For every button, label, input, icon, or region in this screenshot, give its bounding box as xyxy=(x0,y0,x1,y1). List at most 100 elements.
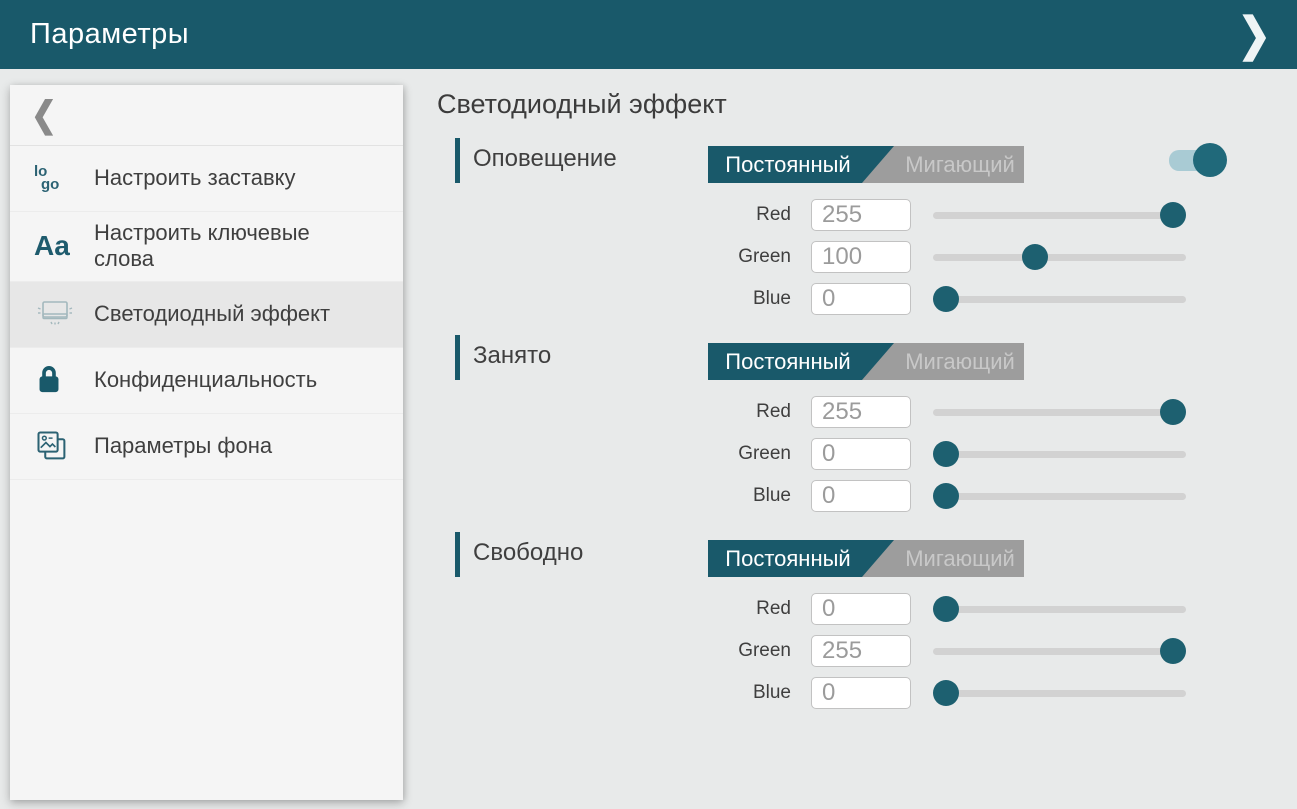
slider-track xyxy=(933,409,1186,416)
green-value-input[interactable] xyxy=(811,241,911,273)
settings-sidebar: ❮ logo Настроить заставку Aa Настроить к… xyxy=(10,85,403,800)
sidebar-item-label: Параметры фона xyxy=(94,433,272,459)
page-body: ❮ logo Настроить заставку Aa Настроить к… xyxy=(0,69,1297,800)
app-header: Параметры ❯ xyxy=(0,0,1297,69)
keywords-icon: Aa xyxy=(34,230,80,262)
green-slider-thumb[interactable] xyxy=(1160,638,1186,664)
blue-value-input[interactable] xyxy=(811,283,911,315)
sidebar-item-label: Настроить ключевые слова xyxy=(94,220,352,273)
panel-title: Светодиодный эффект xyxy=(437,89,1297,120)
section-free: Свободно Постоянный Мигающий Red Green xyxy=(435,532,1297,709)
green-channel-row: Green xyxy=(435,634,1297,667)
red-slider[interactable] xyxy=(933,200,1186,230)
mode-constant-button[interactable]: Постоянный xyxy=(708,146,894,183)
section-title: Свободно xyxy=(473,539,583,567)
mode-toggle[interactable]: Постоянный Мигающий xyxy=(708,146,1024,183)
green-slider[interactable] xyxy=(933,636,1186,666)
blue-channel-row: Blue xyxy=(435,676,1297,709)
blue-channel-row: Blue xyxy=(435,479,1297,512)
red-label: Red xyxy=(721,204,791,226)
mode-toggle[interactable]: Постоянный Мигающий xyxy=(708,343,1024,380)
mode-constant-button[interactable]: Постоянный xyxy=(708,343,894,380)
green-slider[interactable] xyxy=(933,242,1186,272)
sidebar-item-led-effect[interactable]: Светодиодный эффект xyxy=(10,282,403,348)
slider-track xyxy=(933,451,1186,458)
mode-blinking-button[interactable]: Мигающий xyxy=(896,343,1024,380)
red-value-input[interactable] xyxy=(811,199,911,231)
red-slider-thumb[interactable] xyxy=(1160,202,1186,228)
blue-slider[interactable] xyxy=(933,678,1186,708)
section-busy: Занято Постоянный Мигающий Red Green xyxy=(435,335,1297,512)
green-label: Green xyxy=(721,640,791,662)
rgb-channels: Red Green Blue xyxy=(435,395,1297,512)
sidebar-item-label: Конфиденциальность xyxy=(94,367,317,393)
section-title: Занято xyxy=(473,342,551,370)
section-accent-bar xyxy=(455,335,460,380)
chevron-left-icon: ❮ xyxy=(31,94,57,135)
logo-icon: logo xyxy=(34,166,80,192)
rgb-channels: Red Green Blue xyxy=(435,592,1297,709)
red-label: Red xyxy=(721,401,791,423)
blue-label: Blue xyxy=(721,682,791,704)
sidebar-item-background[interactable]: Параметры фона xyxy=(10,414,403,480)
led-effect-panel: Светодиодный эффект Оповещение Постоянны… xyxy=(403,69,1297,729)
red-channel-row: Red xyxy=(435,592,1297,625)
sidebar-item-label: Настроить заставку xyxy=(94,165,296,191)
red-slider-thumb[interactable] xyxy=(1160,399,1186,425)
red-value-input[interactable] xyxy=(811,396,911,428)
blue-value-input[interactable] xyxy=(811,677,911,709)
slider-track xyxy=(933,493,1186,500)
mode-blinking-button[interactable]: Мигающий xyxy=(896,540,1024,577)
section-accent-bar xyxy=(455,532,460,577)
section-accent-bar xyxy=(455,138,460,183)
slider-track xyxy=(933,690,1186,697)
green-channel-row: Green xyxy=(435,437,1297,470)
blue-slider[interactable] xyxy=(933,481,1186,511)
sidebar-collapse-button[interactable]: ❮ xyxy=(10,85,403,146)
chevron-right-icon[interactable]: ❯ xyxy=(1237,12,1271,58)
mode-constant-button[interactable]: Постоянный xyxy=(708,540,894,577)
slider-track xyxy=(933,254,1186,261)
green-value-input[interactable] xyxy=(811,438,911,470)
red-slider[interactable] xyxy=(933,397,1186,427)
green-slider[interactable] xyxy=(933,439,1186,469)
green-label: Green xyxy=(721,443,791,465)
page-title: Параметры xyxy=(30,18,189,51)
blue-label: Blue xyxy=(721,288,791,310)
sidebar-item-keywords[interactable]: Aa Настроить ключевые слова xyxy=(10,212,403,282)
green-value-input[interactable] xyxy=(811,635,911,667)
blue-label: Blue xyxy=(721,485,791,507)
blue-slider-thumb[interactable] xyxy=(933,286,959,312)
blue-channel-row: Blue xyxy=(435,282,1297,315)
slider-track xyxy=(933,296,1186,303)
slider-track xyxy=(933,648,1186,655)
blue-slider[interactable] xyxy=(933,284,1186,314)
blue-value-input[interactable] xyxy=(811,480,911,512)
sidebar-item-splash-screen[interactable]: logo Настроить заставку xyxy=(10,146,403,212)
mode-toggle[interactable]: Постоянный Мигающий xyxy=(708,540,1024,577)
red-slider[interactable] xyxy=(933,594,1186,624)
green-channel-row: Green xyxy=(435,240,1297,273)
enable-switch[interactable] xyxy=(1169,143,1221,177)
section-title: Оповещение xyxy=(473,145,617,173)
sidebar-item-label: Светодиодный эффект xyxy=(94,301,330,327)
mode-blinking-button[interactable]: Мигающий xyxy=(896,146,1024,183)
sidebar-item-privacy[interactable]: Конфиденциальность xyxy=(10,348,403,414)
background-images-icon xyxy=(34,428,80,464)
red-slider-thumb[interactable] xyxy=(933,596,959,622)
green-slider-thumb[interactable] xyxy=(933,441,959,467)
switch-knob xyxy=(1193,143,1227,177)
blue-slider-thumb[interactable] xyxy=(933,680,959,706)
slider-track xyxy=(933,606,1186,613)
led-display-icon xyxy=(34,298,80,330)
red-label: Red xyxy=(721,598,791,620)
green-label: Green xyxy=(721,246,791,268)
blue-slider-thumb[interactable] xyxy=(933,483,959,509)
red-value-input[interactable] xyxy=(811,593,911,625)
red-channel-row: Red xyxy=(435,198,1297,231)
red-channel-row: Red xyxy=(435,395,1297,428)
section-notification: Оповещение Постоянный Мигающий Red xyxy=(435,138,1297,315)
lock-icon xyxy=(34,363,80,397)
green-slider-thumb[interactable] xyxy=(1022,244,1048,270)
slider-track xyxy=(933,212,1186,219)
